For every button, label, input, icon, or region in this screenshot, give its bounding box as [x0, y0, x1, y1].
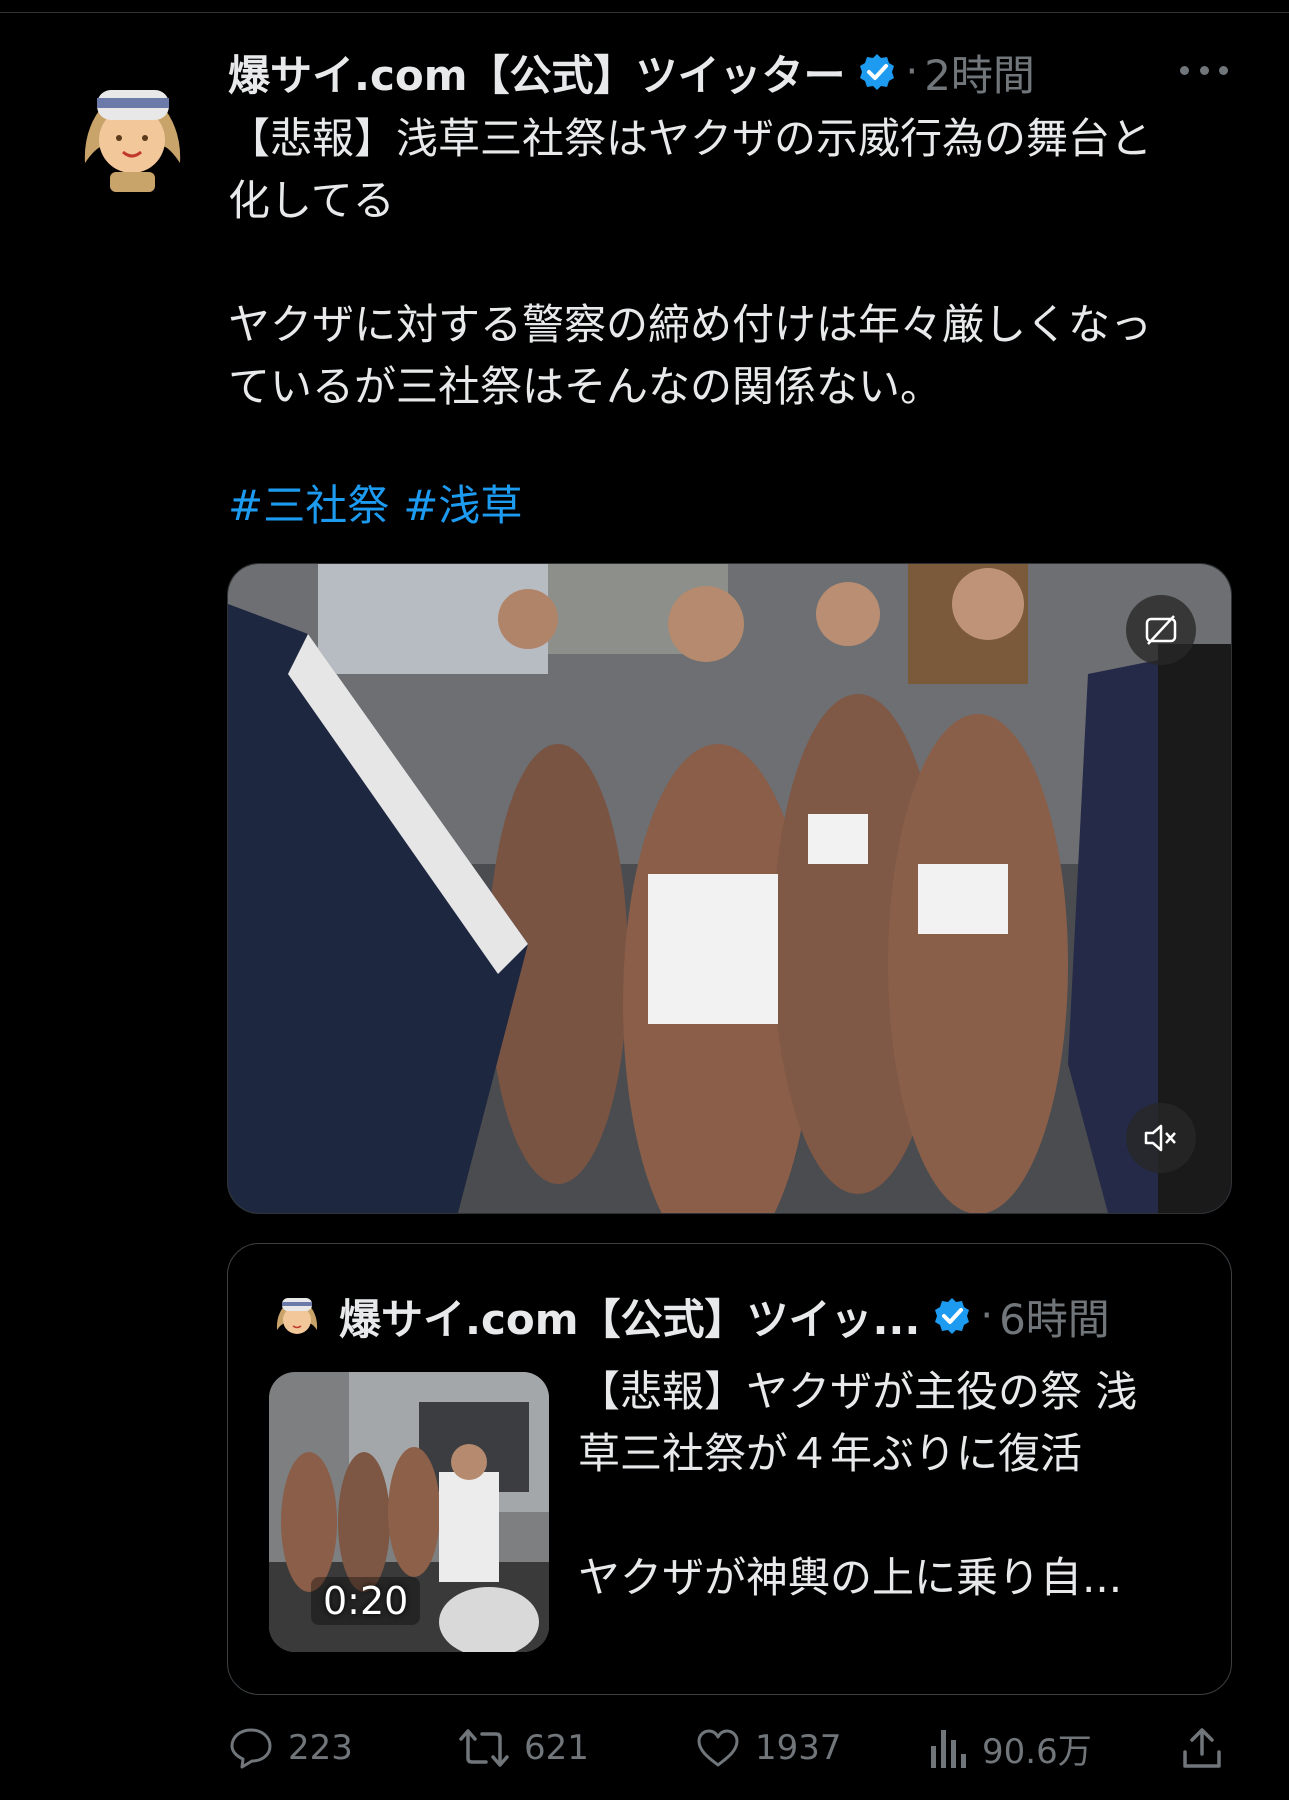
- reply-count: 223: [288, 1728, 353, 1768]
- quoted-author-name[interactable]: 爆サイ.com【公式】ツイッ...: [339, 1286, 920, 1347]
- hashtag-link[interactable]: #浅草: [403, 481, 522, 530]
- verified-badge-icon: [860, 54, 895, 90]
- tweet-text: 【悲報】浅草三社祭はヤクザの示威行為の舞台と 化してる ヤクザに対する警察の締め…: [228, 108, 1238, 418]
- mute-button[interactable]: [1126, 1103, 1196, 1173]
- retweet-icon: [459, 1729, 509, 1767]
- quoted-tweet[interactable]: 爆サイ.com【公式】ツイッ... · 6時間 0:20 【悲報】ヤクザが主役の…: [227, 1243, 1232, 1695]
- quoted-tweet-time[interactable]: 6時間: [999, 1286, 1110, 1347]
- separator-dot: ·: [905, 49, 919, 95]
- tweet-actions: 223 621 1937 90.6万: [228, 1720, 1238, 1776]
- video-frame: [228, 564, 1231, 1213]
- quoted-tweet-header: 爆サイ.com【公式】ツイッ... · 6時間: [273, 1288, 1203, 1344]
- video-duration: 0:20: [311, 1577, 421, 1625]
- captions-off-icon: [1145, 615, 1177, 645]
- retweet-button[interactable]: 621: [458, 1720, 589, 1776]
- volume-muted-icon: [1144, 1124, 1176, 1152]
- quoted-text-line: 草三社祭が４年ぶりに復活: [578, 1429, 1083, 1478]
- quoted-author-avatar[interactable]: [273, 1290, 321, 1342]
- hashtags: #三社祭 #浅草: [228, 475, 536, 537]
- tweet-text-line: 【悲報】浅草三社祭はヤクザの示威行為の舞台と: [228, 114, 1153, 163]
- captions-button[interactable]: [1126, 595, 1196, 665]
- separator-dot: ·: [980, 1293, 994, 1339]
- quoted-text-line: 【悲報】ヤクザが主役の祭 浅: [578, 1367, 1138, 1416]
- tweet-header: 爆サイ.com【公式】ツイッター · 2時間: [228, 44, 1238, 100]
- more-options-icon[interactable]: [1180, 50, 1228, 90]
- like-button[interactable]: 1937: [695, 1720, 842, 1776]
- like-count: 1937: [755, 1728, 842, 1768]
- view-count: 90.6万: [982, 1731, 1092, 1772]
- tweet-text-line: ているが三社祭はそんなの関係ない。: [228, 362, 943, 411]
- author-avatar[interactable]: [75, 68, 190, 193]
- views-button[interactable]: 90.6万: [928, 1720, 1092, 1776]
- divider: [0, 12, 1289, 13]
- quoted-video-thumbnail[interactable]: 0:20: [269, 1372, 549, 1652]
- retweet-count: 621: [524, 1728, 589, 1768]
- reply-icon: [230, 1728, 272, 1769]
- tweet-text-line: [228, 232, 1238, 294]
- hashtag-link[interactable]: #三社祭: [228, 481, 389, 530]
- views-chart-icon: [931, 1730, 966, 1768]
- reply-button[interactable]: 223: [228, 1720, 353, 1776]
- share-icon: [1183, 1728, 1221, 1768]
- verified-badge-icon: [935, 1298, 970, 1334]
- video-player[interactable]: [227, 563, 1232, 1214]
- tweet-text-line: ヤクザに対する警察の締め付けは年々厳しくなっ: [228, 300, 1153, 349]
- quoted-tweet-text: 【悲報】ヤクザが主役の祭 浅 草三社祭が４年ぶりに復活 ヤクザが神輿の上に乗り自…: [578, 1361, 1198, 1609]
- author-name[interactable]: 爆サイ.com【公式】ツイッター: [228, 42, 845, 103]
- avatar-image: [84, 90, 181, 192]
- tweet-time[interactable]: 2時間: [924, 42, 1035, 103]
- quoted-text-line: ヤクザが神輿の上に乗り自...: [578, 1553, 1123, 1602]
- tweet-text-line: 化してる: [228, 176, 395, 225]
- quoted-text-line: [578, 1485, 1198, 1547]
- share-button[interactable]: [1180, 1720, 1238, 1776]
- heart-icon: [697, 1729, 739, 1767]
